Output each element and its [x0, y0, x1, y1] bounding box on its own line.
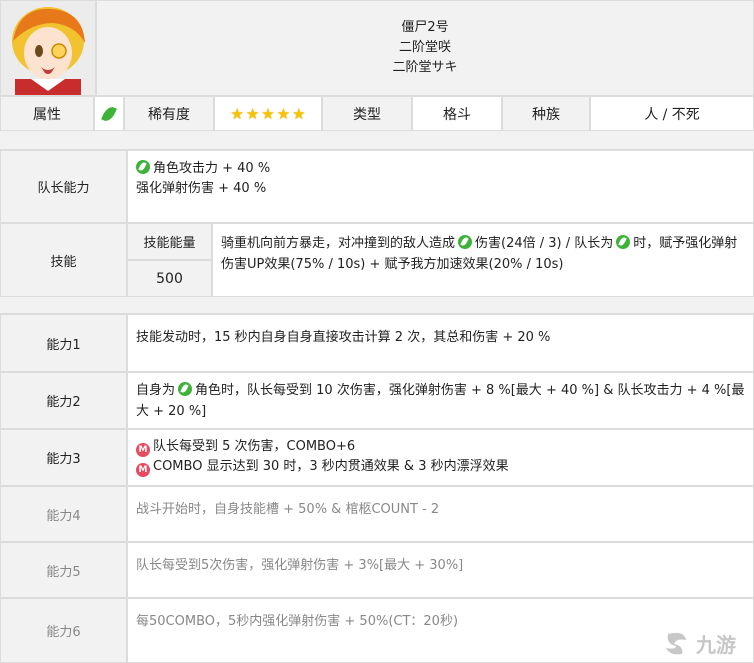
leader-ability-label: 队长能力 — [0, 150, 127, 223]
rarity-stars: ★ ★ ★ ★ ★ — [214, 96, 322, 131]
character-portrait — [0, 0, 96, 96]
skill-energy-label: 技能能量 — [127, 223, 212, 260]
ability-1-label: 能力1 — [0, 314, 127, 372]
watermark-text: 九游 — [696, 632, 736, 657]
name-chinese: 二阶堂咲 — [398, 40, 451, 55]
star-icon: ★ — [245, 104, 260, 123]
skill-desc-part-1: 骑重机向前方暴走，对冲撞到的敌人造成 — [221, 236, 456, 251]
rarity-label: 稀有度 — [124, 96, 214, 131]
ability-3-line-1: 队长每受到 5 次伤害，COMBO+6 — [153, 439, 356, 454]
ability-6-label: 能力6 — [0, 598, 127, 663]
type-label: 类型 — [322, 96, 412, 131]
ability-2-value: 自身为 角色时，队长每受到 10 次伤害，强化弹射伤害 + 8 %[最大 + 40… — [127, 372, 754, 429]
attribute-label: 属性 — [0, 96, 94, 131]
star-icon: ★ — [230, 104, 244, 123]
type-value: 格斗 — [412, 96, 502, 131]
watermark-logo: 九游 — [662, 626, 752, 660]
ability-5-value: 队长每受到5次伤害，强化弹射伤害 + 3%[最大 + 30%] — [127, 542, 754, 598]
swirl-icon — [666, 632, 686, 655]
skill-desc-part-2: 伤害(24倍 / 3) / 队长为 — [475, 236, 614, 251]
ability-1-value: 技能发动时，15 秒内自身自身直接攻击计算 2 次，其总和伤害 + 20 % — [127, 314, 754, 372]
skill-energy-value: 500 — [127, 260, 212, 297]
star-icon: ★ — [276, 104, 291, 123]
avatar — [1, 1, 95, 95]
name-japanese: 二阶堂サキ — [392, 60, 458, 75]
ability-6-value: 每50COMBO，5秒内强化弹射伤害 + 50%(CT：20秒) — [127, 598, 754, 663]
name-header: 僵尸2号 二阶堂咲 二阶堂サキ — [96, 0, 754, 96]
skill-label: 技能 — [0, 223, 127, 297]
m-badge-icon: M — [136, 443, 150, 457]
leaf-icon — [178, 382, 193, 396]
leader-line-1: 角色攻击力 + 40 % — [153, 161, 271, 176]
ability-2-text-b: 角色时，队长每受到 10 次伤害，强化弹射伤害 + 8 %[最大 + 40 %]… — [136, 383, 745, 419]
ability-3-label: 能力3 — [0, 429, 127, 486]
section-spacer — [0, 297, 754, 314]
ability-2-label: 能力2 — [0, 372, 127, 429]
ability-3-value: M 队长每受到 5 次伤害，COMBO+6 M COMBO 显示达到 30 时，3 … — [127, 429, 754, 486]
ability-3-line-2: COMBO 显示达到 30 时，3 秒内贯通效果 & 3 秒内漂浮效果 — [153, 459, 509, 474]
ability-5-label: 能力5 — [0, 542, 127, 598]
star-icon: ★ — [292, 104, 306, 123]
race-value: 人 / 不死 — [590, 96, 754, 131]
leaf-attribute-icon — [101, 104, 117, 123]
m-badge-icon: M — [136, 463, 150, 477]
star-icon: ★ — [261, 104, 275, 123]
leaf-icon — [458, 235, 473, 249]
name-codename: 僵尸2号 — [401, 20, 449, 35]
ability-4-label: 能力4 — [0, 486, 127, 542]
skill-description: 骑重机向前方暴走，对冲撞到的敌人造成 伤害(24倍 / 3) / 队长为 时，赋予强… — [212, 223, 754, 297]
leader-line-2: 强化弹射伤害 + 40 % — [136, 181, 267, 196]
race-label: 种族 — [502, 96, 590, 131]
section-spacer — [0, 131, 754, 150]
leaf-icon — [616, 235, 631, 249]
leaf-icon — [136, 160, 150, 174]
ability-4-value: 战斗开始时，自身技能槽 + 50% & 棺柩COUNT - 2 — [127, 486, 754, 542]
leader-ability-value: 角色攻击力 + 40 % 强化弹射伤害 + 40 % — [127, 150, 754, 223]
attribute-value — [94, 96, 124, 131]
ability-2-text-a: 自身为 — [136, 383, 176, 398]
